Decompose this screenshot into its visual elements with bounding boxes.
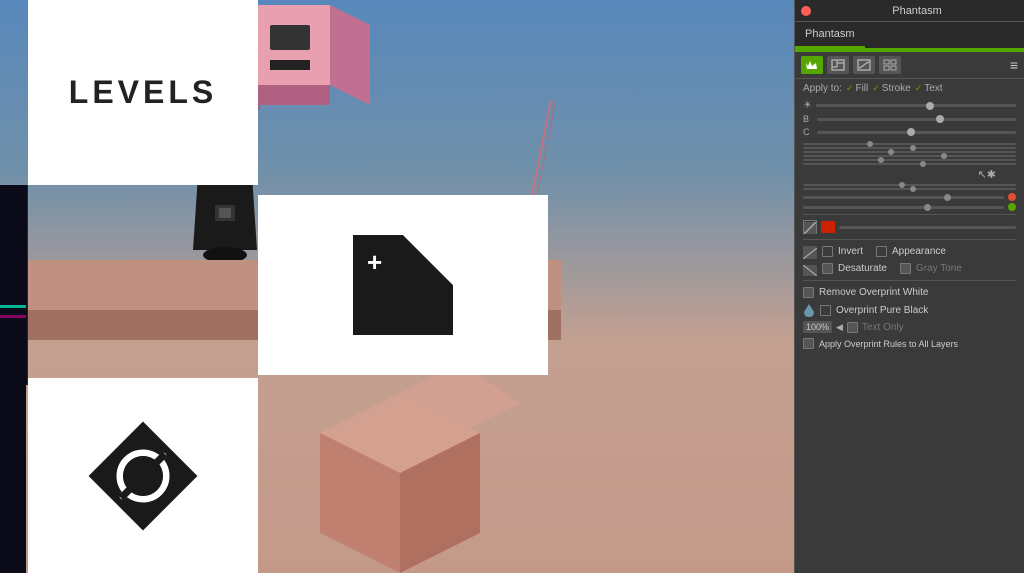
levels-card: LEVELS xyxy=(28,0,258,185)
panel-tab-phantasm[interactable]: Phantasm xyxy=(795,22,865,48)
percent-display: 100% xyxy=(803,321,832,333)
overprint-black-row: Overprint Pure Black xyxy=(795,301,1024,319)
apply-rules-checkbox[interactable] xyxy=(803,338,814,349)
desaturate-checkbox[interactable] xyxy=(822,263,833,274)
apply-rules-row: Apply Overprint Rules to All Layers xyxy=(795,335,1024,352)
green-slider-row xyxy=(795,203,1024,211)
divider-2 xyxy=(803,239,1016,240)
phantasm-panel: Phantasm Phantasm xyxy=(794,0,1024,573)
b-thumb[interactable] xyxy=(936,115,944,123)
desaturate-label: Desaturate xyxy=(838,263,887,274)
divider-3 xyxy=(803,280,1016,281)
b-label: B xyxy=(803,114,813,124)
levels-slider-1 xyxy=(803,143,1016,145)
extra-sliders xyxy=(795,183,1024,193)
plus-minus-card: + − xyxy=(258,195,548,375)
panel-title: Phantasm xyxy=(816,5,1018,17)
stroke-check[interactable]: ✓ Stroke xyxy=(872,83,910,94)
levels-slider-5 xyxy=(803,159,1016,161)
brightness-row: ☀ xyxy=(803,100,1016,111)
apply-to-row: Apply to: ✓ Fill ✓ Stroke ✓ Text xyxy=(795,79,1024,98)
percent-row: 100% ◀ Text Only xyxy=(795,319,1024,335)
appearance-label: Appearance xyxy=(892,246,946,257)
red-track[interactable] xyxy=(803,196,1004,199)
panel-menu-icon[interactable]: ≡ xyxy=(1010,57,1018,73)
levels-slider-6 xyxy=(803,163,1016,165)
b-track[interactable] xyxy=(817,118,1016,121)
red-dot xyxy=(1008,193,1016,201)
panel-close-button[interactable] xyxy=(801,6,811,16)
sun-icon: ☀ xyxy=(803,100,812,111)
text-check[interactable]: ✓ Text xyxy=(915,83,943,94)
remove-overprint-checkbox[interactable] xyxy=(803,287,814,298)
text-only-label: Text Only xyxy=(862,322,904,333)
desaturate-icon xyxy=(803,263,817,274)
fill-check[interactable]: ✓ Fill xyxy=(846,83,868,94)
step-back-button[interactable]: ◀ xyxy=(836,322,843,333)
crown-toolbar-icon[interactable] xyxy=(801,56,823,74)
invert-checkbox[interactable] xyxy=(822,246,833,257)
droplet-icon xyxy=(803,304,815,316)
brightness-thumb[interactable] xyxy=(926,102,934,110)
grid-toolbar-icon[interactable] xyxy=(879,56,901,74)
c-label: C xyxy=(803,127,813,137)
invert-row: Invert Appearance xyxy=(795,243,1024,260)
panel-toolbar: ≡ xyxy=(795,52,1024,79)
apply-to-label: Apply to: xyxy=(803,83,842,94)
apply-rules-label: Apply Overprint Rules to All Layers xyxy=(819,339,958,349)
c-track[interactable] xyxy=(817,131,1016,134)
panel-tab-bar: Phantasm xyxy=(795,22,1024,48)
green-track[interactable] xyxy=(803,206,1004,209)
c-slider-row: C xyxy=(803,127,1016,137)
bc-sliders: ☀ B C xyxy=(795,98,1024,142)
levels-toolbar-icon[interactable] xyxy=(827,56,849,74)
color-swatch[interactable] xyxy=(821,221,835,233)
divider-1 xyxy=(803,214,1016,215)
levels-title: LEVELS xyxy=(69,74,217,111)
plus-minus-icon: + − xyxy=(353,235,453,335)
gray-tone-checkbox[interactable] xyxy=(900,263,911,274)
red-slider-row xyxy=(795,193,1024,201)
green-dot xyxy=(1008,203,1016,211)
overprint-black-label: Overprint Pure Black xyxy=(836,305,928,316)
levels-slider-4 xyxy=(803,155,1016,157)
remove-overprint-label: Remove Overprint White xyxy=(819,287,928,298)
levels-sliders xyxy=(795,142,1024,168)
c-thumb[interactable] xyxy=(907,128,915,136)
cursor-hint: ↖✱ xyxy=(795,168,1024,183)
levels-slider-2 xyxy=(803,147,1016,149)
desaturate-row: Desaturate Gray Tone xyxy=(795,260,1024,277)
circle-slash-card xyxy=(28,378,258,573)
green-thumb[interactable] xyxy=(924,204,931,211)
curves-toolbar-icon[interactable] xyxy=(853,56,875,74)
brightness-track[interactable] xyxy=(816,104,1016,107)
b-slider-row: B xyxy=(803,114,1016,124)
invert-icon xyxy=(803,246,817,257)
levels-slider-3 xyxy=(803,151,1016,153)
red-thumb[interactable] xyxy=(944,194,951,201)
appearance-checkbox[interactable] xyxy=(876,246,887,257)
rgb-row xyxy=(795,218,1024,236)
panel-titlebar: Phantasm xyxy=(795,0,1024,22)
text-only-checkbox[interactable] xyxy=(847,322,858,333)
overprint-black-checkbox[interactable] xyxy=(820,305,831,316)
gray-tone-label: Gray Tone xyxy=(916,263,962,274)
circle-slash-icon xyxy=(88,421,198,531)
rgb-track[interactable] xyxy=(839,226,1016,229)
invert-label: Invert xyxy=(838,246,863,257)
remove-overprint-row: Remove Overprint White xyxy=(795,284,1024,301)
levels-adj-icon xyxy=(803,220,817,234)
